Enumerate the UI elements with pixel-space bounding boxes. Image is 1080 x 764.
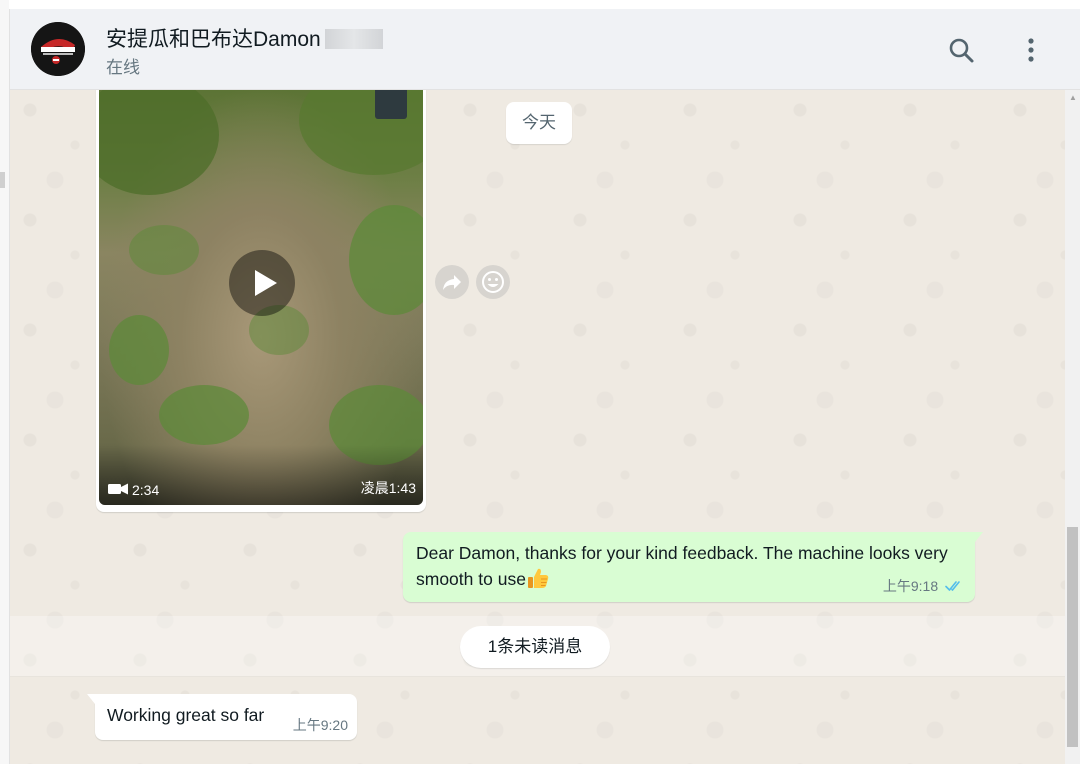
message-time: 上午9:20: [292, 717, 348, 733]
emoji-icon: [482, 271, 504, 293]
contact-name[interactable]: 安提瓜和巴布达Damon: [106, 23, 383, 53]
contact-name-text: 安提瓜和巴布达Damon: [106, 28, 321, 51]
message-time: 凌晨1:43: [360, 480, 416, 496]
search-button[interactable]: [944, 33, 978, 67]
menu-button[interactable]: [1014, 33, 1048, 67]
redacted-name-suffix: [324, 29, 383, 49]
scrollbar-thumb[interactable]: [1067, 527, 1078, 747]
contact-avatar[interactable]: [31, 22, 85, 76]
chat-scrollbar[interactable]: ▲: [1065, 90, 1080, 764]
distant-machine: [375, 90, 407, 119]
video-duration: 2:34: [132, 482, 160, 498]
resize-handle[interactable]: [0, 172, 5, 188]
date-divider: 今天: [506, 102, 572, 144]
forward-button[interactable]: [435, 265, 469, 299]
unread-messages-divider: 1条未读消息: [460, 626, 610, 668]
brand-logo-avatar-icon: [31, 22, 85, 76]
window-top-strip: [9, 0, 1080, 9]
scroll-up-arrow-icon[interactable]: ▲: [1069, 94, 1077, 102]
outgoing-message-text: Dear Damon, thanks for your kind feedbac…: [416, 543, 948, 589]
search-icon: [949, 38, 974, 63]
contact-status: 在线: [106, 58, 140, 77]
chat-area: 2:34 凌晨1:43 今天 Dear Damon, thanks for yo…: [10, 90, 1065, 764]
video-message[interactable]: 2:34 凌晨1:43: [96, 90, 426, 512]
kebab-menu-icon: [1028, 38, 1034, 62]
video-thumbnail[interactable]: 2:34 凌晨1:43: [99, 90, 423, 505]
double-check-icon: [945, 581, 960, 591]
window-left-edge: [0, 0, 10, 764]
outgoing-message[interactable]: Dear Damon, thanks for your kind feedbac…: [403, 532, 983, 602]
reaction-button[interactable]: [476, 265, 510, 299]
message-time: 上午9:18: [882, 578, 939, 594]
play-button[interactable]: [229, 250, 295, 316]
forward-icon: [443, 275, 461, 290]
outgoing-message-body: Dear Damon, thanks for your kind feedbac…: [416, 541, 963, 592]
thumbs-up-icon: [527, 568, 549, 588]
video-camera-icon: [108, 483, 128, 495]
outgoing-message-meta: 上午9:18: [883, 576, 965, 596]
incoming-message[interactable]: Working great so far 上午9:20: [87, 694, 357, 740]
chat-header: 安提瓜和巴布达Damon 在线: [10, 9, 1080, 90]
incoming-message-text: Working great so far: [107, 705, 265, 725]
